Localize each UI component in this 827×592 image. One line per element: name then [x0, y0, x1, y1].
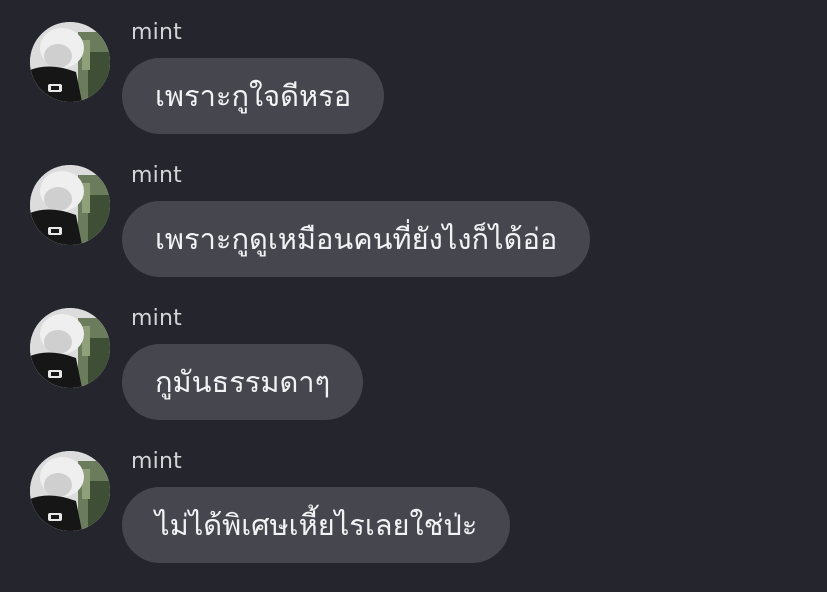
sender-name: mint	[131, 163, 182, 188]
avatar[interactable]	[30, 451, 110, 531]
profile-photo-icon	[30, 451, 110, 531]
profile-photo-icon	[30, 22, 110, 102]
message-bubble[interactable]: เพราะกูดูเหมือนคนที่ยังไงก็ได้อ่อ	[122, 201, 591, 277]
avatar[interactable]	[30, 308, 110, 388]
message-bubble[interactable]: เพราะกูใจดีหรอ	[122, 58, 385, 134]
message-bubble[interactable]: กูมันธรรมดาๆ	[122, 344, 364, 420]
message-row: mint กูมันธรรมดาๆ	[0, 286, 827, 420]
profile-photo-icon	[30, 308, 110, 388]
message-row: mint เพราะกูดูเหมือนคนที่ยังไงก็ได้อ่อ	[0, 143, 827, 277]
avatar[interactable]	[30, 165, 110, 245]
sender-name: mint	[131, 306, 182, 331]
message-row: mint ไม่ได้พิเศษเหี้ยไรเลยใช่ป่ะ	[0, 429, 827, 563]
profile-photo-icon	[30, 165, 110, 245]
sender-name: mint	[131, 449, 182, 474]
sender-name: mint	[131, 20, 182, 45]
chat-thread: mint เพราะกูใจดีหรอ mint เพราะกูดูเหมือน…	[0, 0, 827, 592]
message-row: mint เพราะกูใจดีหรอ	[0, 0, 827, 134]
avatar[interactable]	[30, 22, 110, 102]
message-bubble[interactable]: ไม่ได้พิเศษเหี้ยไรเลยใช่ป่ะ	[122, 487, 511, 563]
